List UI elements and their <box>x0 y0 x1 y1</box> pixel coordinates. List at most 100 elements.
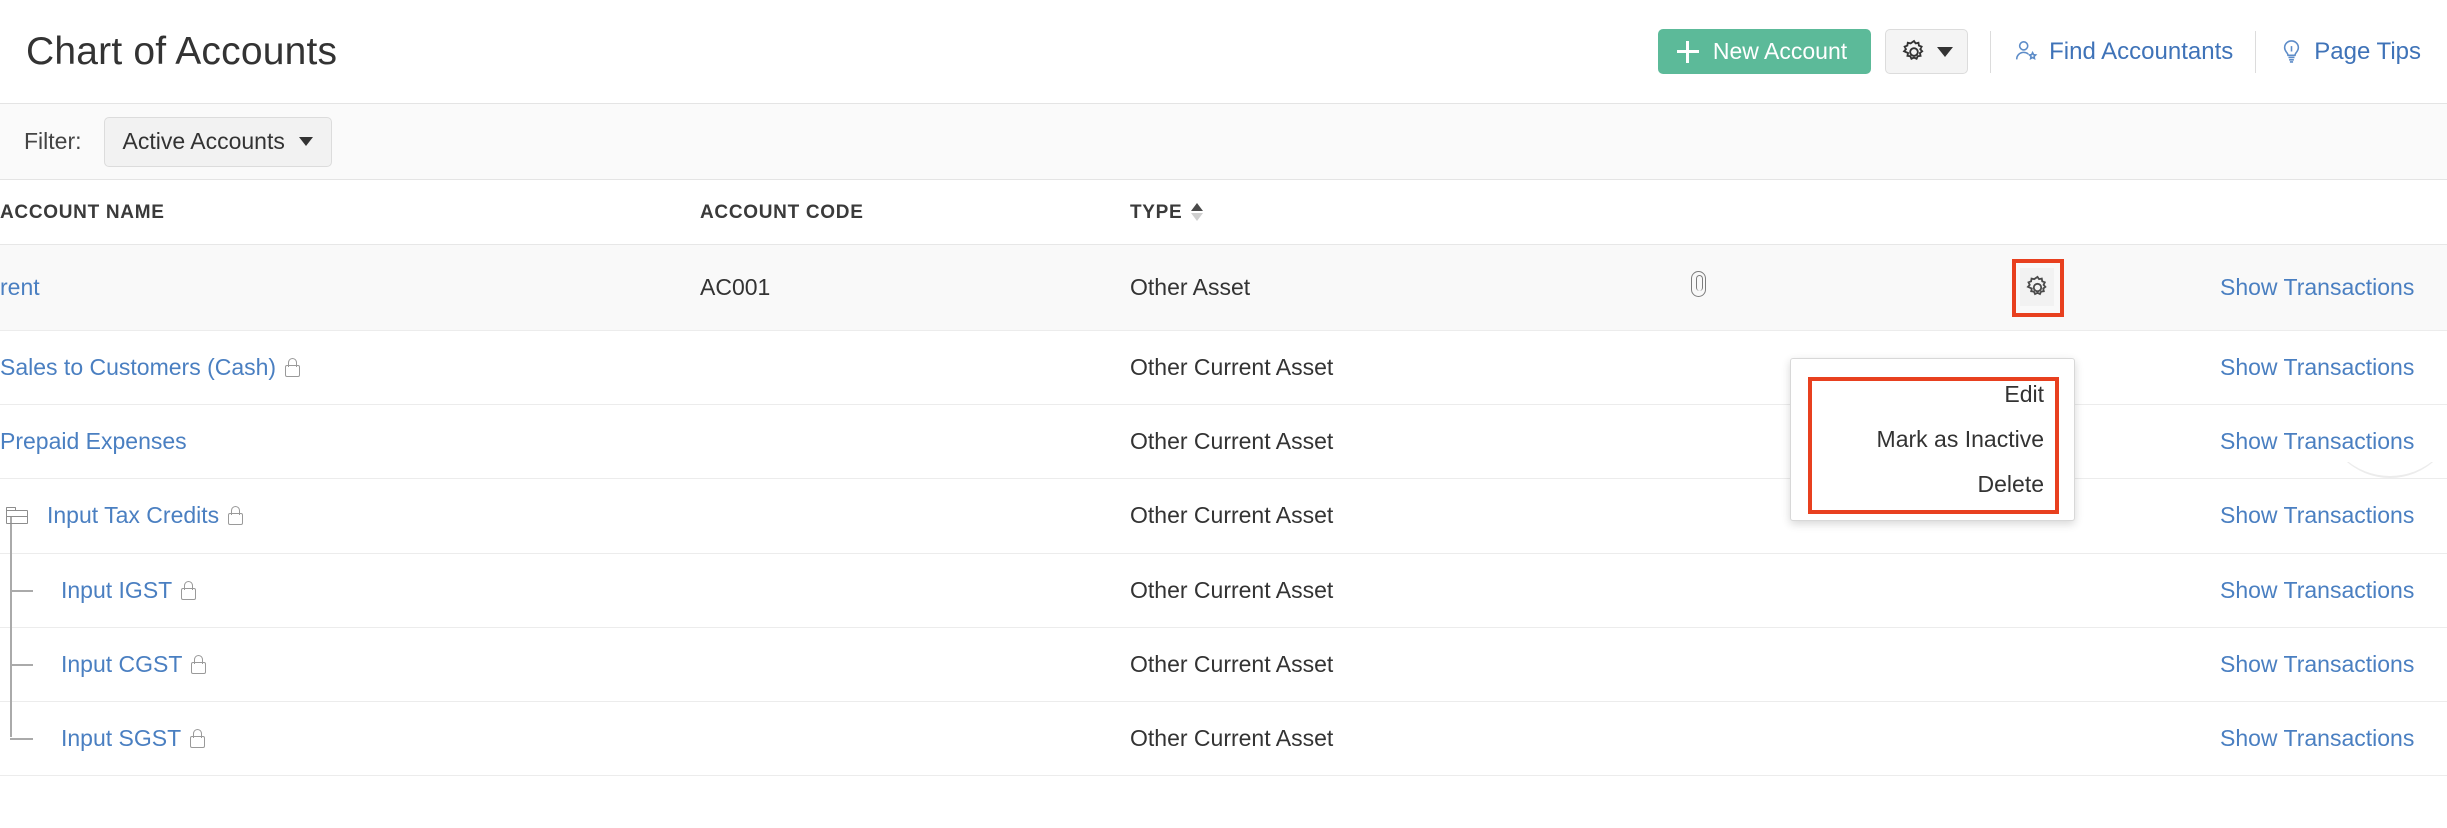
page-tips-link[interactable]: Page Tips <box>2278 38 2421 66</box>
tree-connector-line <box>10 701 12 738</box>
tree-branch-line <box>10 590 33 592</box>
page-tips-label: Page Tips <box>2314 38 2421 66</box>
tree-branch-line <box>10 738 33 740</box>
settings-dropdown-button[interactable] <box>1885 29 1968 74</box>
find-accountants-link[interactable]: Find Accountants <box>2013 38 2233 66</box>
table-row[interactable]: Input Tax Credits Other Current Asset Sh… <box>0 478 2447 553</box>
show-transactions-link[interactable]: Show Transactions <box>2220 428 2414 454</box>
filter-select[interactable]: Active Accounts <box>104 117 332 167</box>
lightbulb-icon <box>2278 38 2305 65</box>
table-row[interactable]: Input SGST Other Current Asset Show Tran… <box>0 701 2447 775</box>
cell-account-type: Other Current Asset <box>1130 330 1690 404</box>
header-actions: New Account <box>1658 29 2421 74</box>
cell-actions <box>2020 627 2220 701</box>
lock-icon <box>285 358 300 377</box>
sort-ascending-icon <box>1191 203 1204 221</box>
cell-transactions: Show Transactions <box>2220 330 2447 404</box>
chevron-down-icon <box>1937 47 1953 57</box>
folder-collapse-icon[interactable] <box>6 507 28 524</box>
gear-icon <box>1900 38 1928 66</box>
table-row[interactable]: rent AC001 Other Asset <box>0 245 2447 331</box>
cell-account-type: Other Current Asset <box>1130 404 1690 478</box>
cell-actions <box>2020 701 2220 775</box>
account-name-link[interactable]: Input SGST <box>61 725 181 752</box>
account-name-link[interactable]: Sales to Customers (Cash) <box>0 354 276 381</box>
cell-account-name: Input SGST <box>0 701 700 775</box>
chevron-down-icon <box>299 137 313 146</box>
lock-icon <box>228 506 243 525</box>
show-transactions-link[interactable]: Show Transactions <box>2220 274 2414 300</box>
new-account-button[interactable]: New Account <box>1658 29 1871 74</box>
row-settings-button[interactable] <box>2020 268 2054 306</box>
cell-account-code <box>700 627 1130 701</box>
cell-transactions: Show Transactions <box>2220 478 2447 553</box>
plus-icon <box>1677 41 1699 63</box>
filter-label: Filter: <box>24 128 82 155</box>
account-name-link[interactable]: Input CGST <box>61 651 182 678</box>
show-transactions-link[interactable]: Show Transactions <box>2220 502 2414 528</box>
filter-selected-value: Active Accounts <box>123 128 285 155</box>
lock-icon <box>191 655 206 674</box>
cell-transactions: Show Transactions <box>2220 701 2447 775</box>
cell-account-name: Input IGST <box>0 553 700 627</box>
table-row[interactable]: Input IGST Other Current Asset Show Tran… <box>0 553 2447 627</box>
show-transactions-link[interactable]: Show Transactions <box>2220 577 2414 603</box>
find-accountants-label: Find Accountants <box>2049 38 2233 66</box>
cell-transactions: Show Transactions <box>2220 627 2447 701</box>
context-menu-item-edit[interactable]: Edit <box>1791 372 2074 417</box>
lock-icon <box>190 729 205 748</box>
cell-account-type: Other Current Asset <box>1130 478 1690 553</box>
page-header: Chart of Accounts New Account <box>0 0 2447 104</box>
cell-account-name: Prepaid Expenses <box>0 404 700 478</box>
show-transactions-link[interactable]: Show Transactions <box>2220 651 2414 677</box>
cell-attachment <box>1690 627 2020 701</box>
column-header-actions <box>2020 180 2220 245</box>
chart-of-accounts-page: Chart of Accounts New Account <box>0 0 2447 828</box>
table-header-row: ACCOUNT NAME ACCOUNT CODE TYPE <box>0 180 2447 245</box>
column-header-attachment <box>1690 180 2020 245</box>
column-header-account-code[interactable]: ACCOUNT CODE <box>700 180 1130 245</box>
cell-actions <box>2020 245 2220 331</box>
cell-account-code <box>700 478 1130 553</box>
tree-branch-line <box>10 664 33 666</box>
header-divider-1 <box>1990 31 1991 73</box>
cell-account-code <box>700 553 1130 627</box>
cell-account-name: Input Tax Credits <box>0 478 700 553</box>
cell-actions <box>2020 553 2220 627</box>
account-name-link[interactable]: Input Tax Credits <box>47 502 219 529</box>
row-context-menu[interactable]: Edit Mark as Inactive Delete <box>1790 358 2075 521</box>
context-menu-item-mark-inactive[interactable]: Mark as Inactive <box>1791 417 2074 462</box>
lock-icon <box>181 581 196 600</box>
account-name-link[interactable]: Prepaid Expenses <box>0 428 187 455</box>
show-transactions-link[interactable]: Show Transactions <box>2220 725 2414 751</box>
accounts-table: ACCOUNT NAME ACCOUNT CODE TYPE rent AC00… <box>0 180 2447 776</box>
cell-account-type: Other Current Asset <box>1130 627 1690 701</box>
cell-account-name: rent <box>0 245 700 331</box>
paperclip-icon[interactable] <box>1690 271 1710 297</box>
column-header-account-name[interactable]: ACCOUNT NAME <box>0 180 700 245</box>
cell-account-code <box>700 404 1130 478</box>
cell-attachment <box>1690 553 2020 627</box>
table-row[interactable]: Sales to Customers (Cash) Other Current … <box>0 330 2447 404</box>
cell-account-code <box>700 701 1130 775</box>
header-divider-2 <box>2255 31 2256 73</box>
column-header-transactions <box>2220 180 2447 245</box>
cell-account-type: Other Asset <box>1130 245 1690 331</box>
cell-attachment <box>1690 245 2020 331</box>
filter-bar: Filter: Active Accounts <box>0 104 2447 180</box>
context-menu-item-delete[interactable]: Delete <box>1791 462 2074 507</box>
cell-transactions: Show Transactions <box>2220 404 2447 478</box>
page-title: Chart of Accounts <box>26 32 337 71</box>
column-header-type[interactable]: TYPE <box>1130 180 1690 245</box>
cell-transactions: Show Transactions <box>2220 245 2447 331</box>
user-star-icon <box>2013 38 2040 65</box>
show-transactions-link[interactable]: Show Transactions <box>2220 354 2414 380</box>
table-row[interactable]: Prepaid Expenses Other Current Asset Sho… <box>0 404 2447 478</box>
table-row[interactable]: Input CGST Other Current Asset Show Tran… <box>0 627 2447 701</box>
cell-account-code: AC001 <box>700 245 1130 331</box>
account-name-link[interactable]: Input IGST <box>61 577 172 604</box>
table-body: rent AC001 Other Asset <box>0 245 2447 776</box>
column-header-type-label: TYPE <box>1130 202 1182 223</box>
cell-attachment <box>1690 701 2020 775</box>
account-name-link[interactable]: rent <box>0 274 40 301</box>
